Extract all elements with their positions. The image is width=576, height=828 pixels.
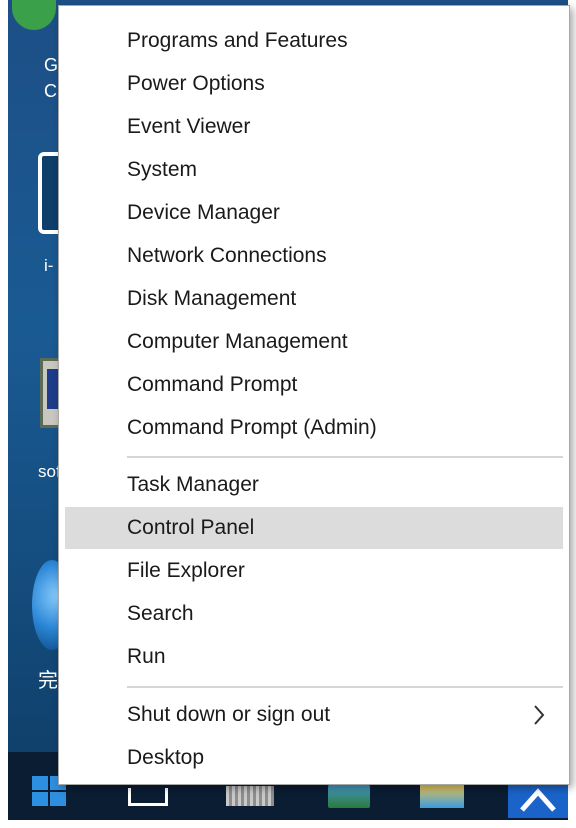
menu-item-task-manager[interactable]: Task Manager	[65, 464, 563, 506]
menu-item-label: Desktop	[127, 746, 205, 769]
menu-item-command-prompt-admin[interactable]: Command Prompt (Admin)	[65, 407, 563, 449]
menu-item-disk-management[interactable]: Disk Management	[65, 278, 563, 320]
menu-separator	[127, 456, 563, 458]
menu-item-label: Device Manager	[127, 201, 280, 224]
menu-item-programs-and-features[interactable]: Programs and Features	[65, 20, 563, 62]
menu-item-label: Network Connections	[127, 244, 327, 267]
menu-item-label: System	[127, 158, 198, 181]
menu-item-control-panel[interactable]: Control Panel	[65, 507, 563, 549]
menu-item-label: Computer Management	[127, 330, 348, 353]
winx-context-menu: Programs and Features Power Options Event …	[58, 5, 570, 785]
menu-item-label: Power Options	[127, 72, 265, 95]
taskbar-app-icon[interactable]	[420, 784, 464, 808]
menu-separator	[127, 686, 563, 688]
menu-item-desktop[interactable]: Desktop	[65, 737, 563, 779]
menu-item-computer-management[interactable]: Computer Management	[65, 321, 563, 363]
menu-item-label: Task Manager	[127, 473, 259, 496]
menu-item-network-connections[interactable]: Network Connections	[65, 235, 563, 277]
menu-item-label: Run	[127, 645, 166, 668]
menu-item-label: Disk Management	[127, 287, 297, 310]
menu-item-command-prompt[interactable]: Command Prompt	[65, 364, 563, 406]
menu-item-search[interactable]: Search	[65, 593, 563, 635]
menu-item-run[interactable]: Run	[65, 636, 563, 678]
menu-item-system[interactable]: System	[65, 149, 563, 191]
menu-item-label: Search	[127, 602, 194, 625]
menu-item-power-options[interactable]: Power Options	[65, 63, 563, 105]
chevron-right-icon	[534, 705, 545, 725]
taskbar-app-icon[interactable]	[226, 786, 274, 806]
menu-item-label: Command Prompt (Admin)	[127, 416, 377, 439]
menu-item-label: Control Panel	[127, 516, 255, 539]
desktop-app-icon[interactable]	[12, 0, 56, 30]
desktop-icon-label: 完	[38, 670, 58, 692]
menu-item-event-viewer[interactable]: Event Viewer	[65, 106, 563, 148]
menu-item-shut-down-or-sign-out[interactable]: Shut down or sign out	[65, 694, 563, 736]
menu-item-label: Shut down or sign out	[127, 703, 331, 726]
task-view-icon[interactable]	[128, 788, 168, 806]
menu-item-file-explorer[interactable]: File Explorer	[65, 550, 563, 592]
menu-item-label: Command Prompt	[127, 373, 298, 396]
desktop-icon-label: i-	[44, 256, 54, 275]
menu-item-label: Programs and Features	[127, 29, 348, 52]
menu-item-label: Event Viewer	[127, 115, 251, 138]
menu-item-label: File Explorer	[127, 559, 245, 582]
menu-item-device-manager[interactable]: Device Manager	[65, 192, 563, 234]
desktop-icon-label: G C	[44, 55, 59, 101]
